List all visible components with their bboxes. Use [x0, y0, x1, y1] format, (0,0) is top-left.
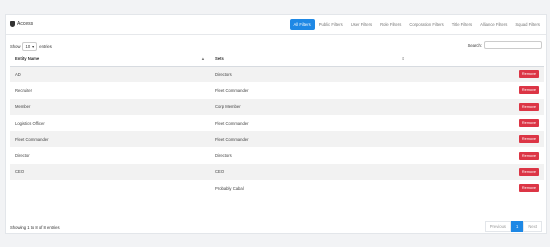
- column-header-actions: [410, 52, 544, 67]
- table-header-row: Entity Name ▲ Sets ⇕: [10, 52, 544, 67]
- column-header-entity[interactable]: Entity Name ▲: [10, 52, 210, 67]
- tab-user-filters[interactable]: User Filters: [347, 19, 376, 30]
- tab-squad-filters[interactable]: Squad Filters: [511, 19, 544, 30]
- previous-button[interactable]: Previous: [484, 221, 512, 232]
- tab-role-filters[interactable]: Role Filters: [376, 19, 405, 30]
- entity-cell: Recruiter: [15, 87, 32, 93]
- table-row: Recruiter Fleet Commander Remove: [10, 82, 544, 98]
- table-row: Fleet Commander Fleet Commander Remove: [10, 131, 544, 148]
- remove-button[interactable]: Remove: [518, 184, 539, 193]
- action-cell: Remove: [410, 98, 544, 115]
- table-info: Showing 1 to 8 of 8 entries: [10, 225, 60, 230]
- action-cell: Remove: [410, 82, 544, 98]
- page-title-label: Access: [17, 21, 34, 27]
- next-button[interactable]: Next: [523, 221, 542, 232]
- set-cell: Directors: [215, 153, 232, 159]
- set-cell: Fleet Commander: [215, 87, 249, 93]
- set-cell: Probably Cabal: [215, 185, 244, 191]
- entity-cell: Logistics Officer: [15, 120, 45, 126]
- tab-alliance-filters[interactable]: Alliance Filters: [476, 19, 511, 30]
- entries-length: Show 10 ▾ entries: [10, 42, 52, 51]
- set-cell: Corp Member: [210, 98, 410, 115]
- entries-value: 10: [25, 44, 31, 49]
- shield-icon: [10, 21, 15, 27]
- table-row: CEO CEO Remove: [10, 163, 544, 181]
- remove-button[interactable]: Remove: [518, 135, 539, 144]
- remove-button[interactable]: Remove: [518, 70, 539, 79]
- tab-corporation-filters[interactable]: Corporation Filters: [405, 19, 447, 30]
- column-header-sets-label: Sets: [215, 56, 224, 62]
- table-row: Director Directors Remove: [10, 147, 544, 163]
- set-cell: Directors: [210, 66, 410, 83]
- entity-cell: Fleet Commander: [10, 131, 210, 148]
- remove-button[interactable]: Remove: [518, 86, 539, 95]
- entity-cell: CEO: [10, 163, 210, 181]
- search-area: Search:: [468, 41, 542, 49]
- table-row: Logistics Officer Fleet Commander Remove: [10, 115, 544, 131]
- page-button-1[interactable]: 1: [511, 221, 524, 232]
- entity-cell: Member: [10, 98, 210, 115]
- tab-public-filters[interactable]: Public Filters: [315, 19, 347, 30]
- search-input[interactable]: [484, 41, 542, 49]
- sort-asc-icon: ▲: [200, 56, 205, 62]
- set-cell: Fleet Commander: [210, 131, 410, 148]
- remove-button[interactable]: Remove: [518, 119, 539, 128]
- action-cell: Remove: [410, 163, 544, 181]
- column-header-sets[interactable]: Sets ⇕: [210, 52, 410, 67]
- tab-all-filters[interactable]: All Filters: [289, 19, 315, 30]
- search-label: Search:: [467, 42, 482, 48]
- set-cell: Fleet Commander: [215, 120, 249, 126]
- entity-cell: AD: [10, 66, 210, 83]
- remove-button[interactable]: Remove: [518, 167, 539, 176]
- entity-cell: Director: [15, 153, 30, 159]
- remove-button[interactable]: Remove: [518, 102, 539, 111]
- action-cell: Remove: [410, 131, 544, 148]
- table-row: Probably Cabal Remove: [10, 180, 544, 196]
- table-row: Member Corp Member Remove: [10, 98, 544, 115]
- entries-label: entries: [39, 44, 52, 49]
- remove-button[interactable]: Remove: [518, 151, 539, 160]
- sort-icon: ⇕: [401, 56, 405, 62]
- pagination: Previous 1 Next: [484, 221, 542, 232]
- tab-title-filters[interactable]: Title Filters: [448, 19, 476, 30]
- action-cell: Remove: [410, 180, 544, 196]
- set-cell: CEO: [210, 163, 410, 181]
- filters-table: Entity Name ▲ Sets ⇕ AD Directors Remove…: [10, 52, 544, 196]
- table-row: AD Directors Remove: [10, 66, 544, 83]
- entity-cell: [10, 180, 210, 196]
- action-cell: Remove: [410, 147, 544, 163]
- entries-select[interactable]: 10 ▾: [22, 42, 38, 51]
- card-header: Access All Filters Public Filters User F…: [6, 15, 546, 35]
- action-cell: Remove: [410, 115, 544, 131]
- filter-tabs: All Filters Public Filters User Filters …: [289, 19, 544, 30]
- column-header-entity-label: Entity Name: [15, 56, 40, 62]
- page-title: Access: [10, 21, 33, 27]
- chevron-down-icon: ▾: [32, 44, 35, 49]
- access-card: Access All Filters Public Filters User F…: [5, 14, 547, 234]
- table-controls: Show 10 ▾ entries Search:: [10, 40, 542, 51]
- action-cell: Remove: [410, 66, 544, 83]
- show-label: Show: [10, 44, 21, 49]
